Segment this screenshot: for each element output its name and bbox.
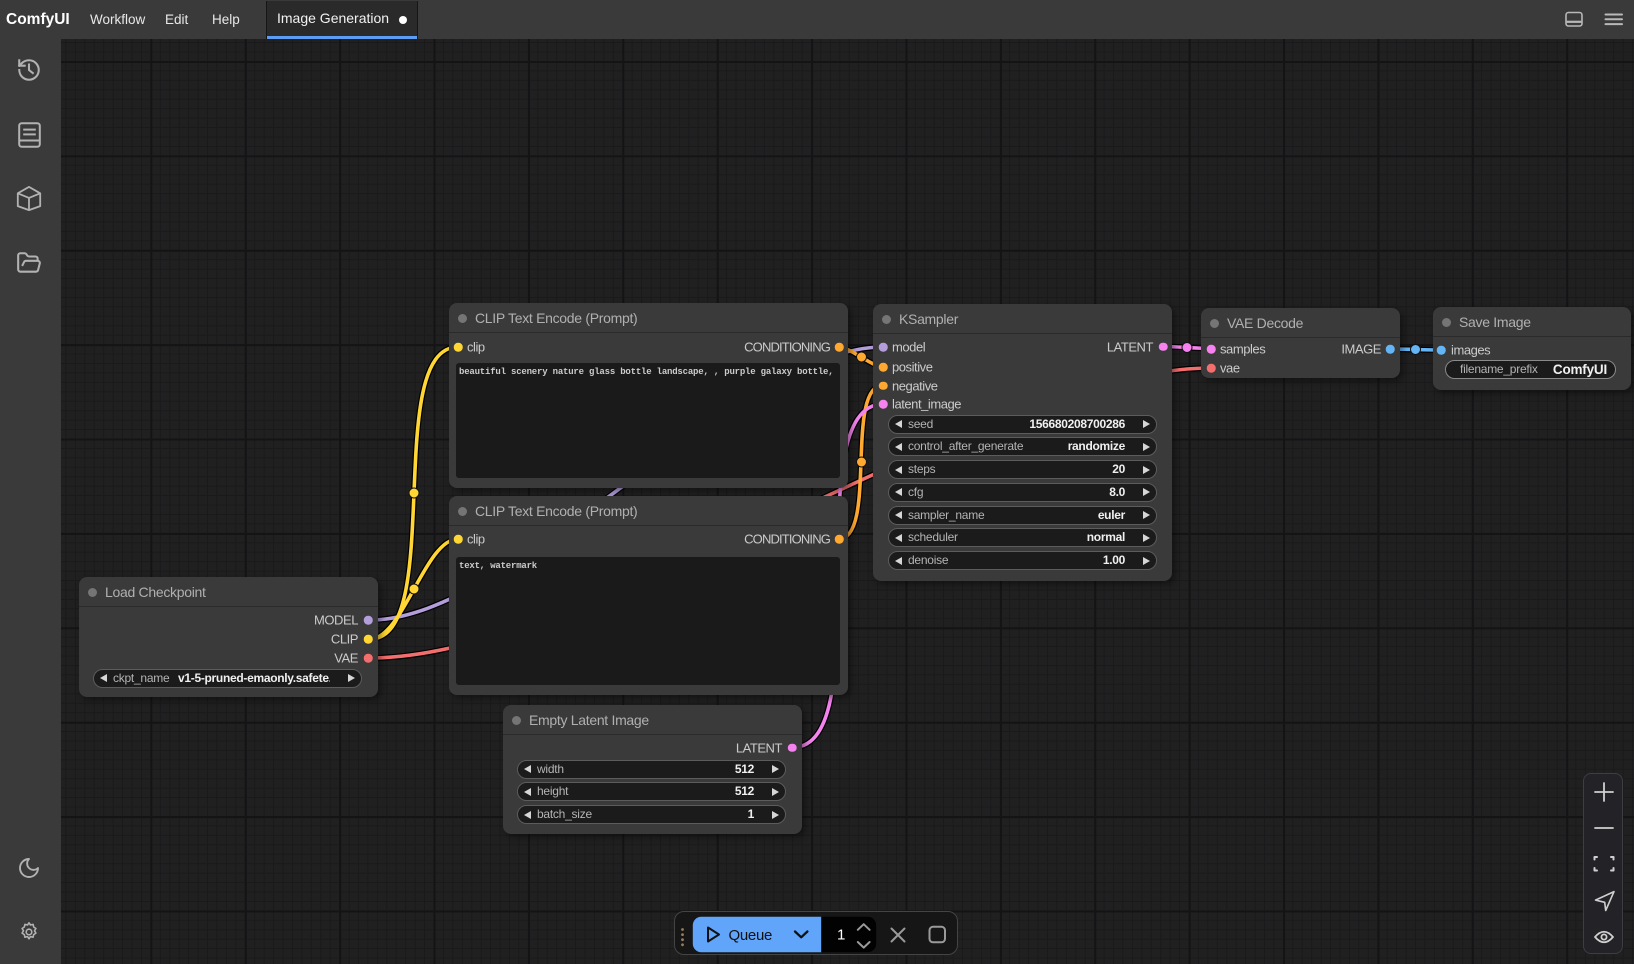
svg-text:1: 1 bbox=[837, 927, 845, 944]
svg-text:Queue: Queue bbox=[729, 927, 773, 944]
